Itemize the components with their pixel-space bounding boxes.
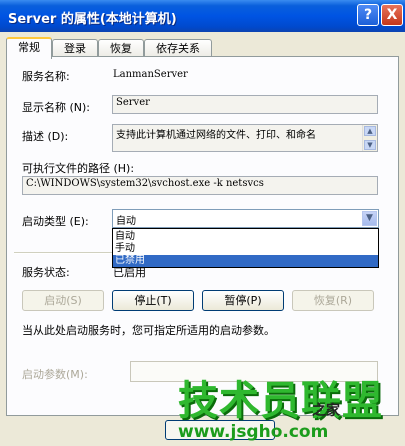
tab-logon[interactable]: 登录 <box>52 39 98 57</box>
properties-dialog: Server 的属性(本地计算机) ? X 常规 登录 恢复 依存关系 服务名称… <box>0 0 405 446</box>
service-status-label: 服务状态: <box>22 266 70 279</box>
start-button[interactable]: 启动(S) <box>22 290 104 311</box>
description-field[interactable]: 支持此计算机通过网络的文件、打印、和命名 ▲ ▼ <box>112 124 378 152</box>
description-scrollbar[interactable]: ▲ ▼ <box>362 125 377 151</box>
display-name-field[interactable]: Server <box>112 95 378 114</box>
startup-type-combobox[interactable]: 自动 ▼ <box>112 209 379 228</box>
window-title: Server 的属性(本地计算机) <box>8 12 177 27</box>
hint-text: 当从此处启动服务时，您可指定所适用的启动参数。 <box>22 324 275 337</box>
description-value: 支持此计算机通过网络的文件、打印、和命名 <box>116 130 316 141</box>
option-manual[interactable]: 手动 <box>113 243 378 255</box>
close-button[interactable]: X <box>381 4 403 26</box>
watermark-url: www.jsgho.com <box>178 422 329 442</box>
startup-type-dropdown: 自动 手动 已禁用 <box>112 228 379 268</box>
stop-button[interactable]: 停止(T) <box>112 290 194 311</box>
exec-path-field[interactable]: C:\WINDOWS\system32\svchost.exe -k netsv… <box>22 176 378 195</box>
service-name-value: LanmanServer <box>113 69 188 80</box>
scroll-down-icon[interactable]: ▼ <box>364 140 376 150</box>
tab-dependencies[interactable]: 依存关系 <box>144 39 212 57</box>
exec-path-value: C:\WINDOWS\system32\svchost.exe -k netsv… <box>26 178 264 189</box>
resume-button[interactable]: 恢复(R) <box>292 290 374 311</box>
tab-recovery[interactable]: 恢复 <box>98 39 144 57</box>
chevron-down-icon[interactable]: ▼ <box>362 211 377 226</box>
exec-path-label: 可执行文件的路径 (H): <box>22 162 135 175</box>
startup-type-selected: 自动 <box>116 216 136 227</box>
startup-type-label: 启动类型 (E): <box>22 215 89 228</box>
watermark-logo: 技术员联盟 <box>178 378 383 424</box>
display-name-label: 显示名称 (N): <box>22 101 91 114</box>
scroll-up-icon[interactable]: ▲ <box>364 126 376 136</box>
service-name-label: 服务名称: <box>22 70 70 83</box>
description-label: 描述 (D): <box>22 130 69 143</box>
title-bar[interactable]: Server 的属性(本地计算机) ? X <box>0 0 405 32</box>
option-auto[interactable]: 自动 <box>113 231 378 243</box>
help-button[interactable]: ? <box>357 4 379 26</box>
start-params-label: 启动参数(M): <box>22 368 88 381</box>
pause-button[interactable]: 暂停(P) <box>202 290 284 311</box>
option-disabled[interactable]: 已禁用 <box>113 255 378 267</box>
watermark-small: 之家 <box>312 403 340 419</box>
display-name-value: Server <box>116 97 150 108</box>
tab-general[interactable]: 常规 <box>6 37 52 59</box>
